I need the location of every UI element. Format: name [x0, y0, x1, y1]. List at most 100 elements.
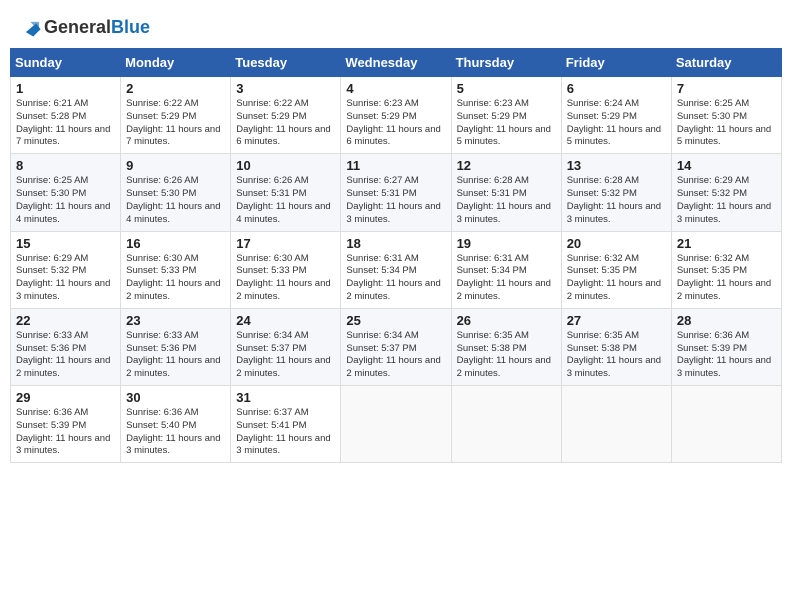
day-number: 11 — [346, 158, 445, 173]
day-number: 4 — [346, 81, 445, 96]
day-info: Sunrise: 6:37 AMSunset: 5:41 PMDaylight:… — [236, 407, 335, 458]
day-number: 8 — [16, 158, 115, 173]
calendar-day-cell: 2 Sunrise: 6:22 AMSunset: 5:29 PMDayligh… — [121, 77, 231, 154]
day-info: Sunrise: 6:29 AMSunset: 5:32 PMDaylight:… — [677, 175, 776, 226]
calendar-day-cell: 23 Sunrise: 6:33 AMSunset: 5:36 PMDaylig… — [121, 308, 231, 385]
calendar-day-cell: 17 Sunrise: 6:30 AMSunset: 5:33 PMDaylig… — [231, 231, 341, 308]
weekday-header: Saturday — [671, 49, 781, 77]
day-info: Sunrise: 6:31 AMSunset: 5:34 PMDaylight:… — [346, 253, 445, 304]
day-info: Sunrise: 6:32 AMSunset: 5:35 PMDaylight:… — [677, 253, 776, 304]
day-number: 14 — [677, 158, 776, 173]
day-number: 6 — [567, 81, 666, 96]
day-info: Sunrise: 6:27 AMSunset: 5:31 PMDaylight:… — [346, 175, 445, 226]
calendar-day-cell: 31 Sunrise: 6:37 AMSunset: 5:41 PMDaylig… — [231, 386, 341, 463]
calendar-day-cell: 10 Sunrise: 6:26 AMSunset: 5:31 PMDaylig… — [231, 154, 341, 231]
day-info: Sunrise: 6:26 AMSunset: 5:30 PMDaylight:… — [126, 175, 225, 226]
day-number: 22 — [16, 313, 115, 328]
day-info: Sunrise: 6:28 AMSunset: 5:32 PMDaylight:… — [567, 175, 666, 226]
day-number: 26 — [457, 313, 556, 328]
day-number: 5 — [457, 81, 556, 96]
calendar-day-cell: 3 Sunrise: 6:22 AMSunset: 5:29 PMDayligh… — [231, 77, 341, 154]
day-info: Sunrise: 6:22 AMSunset: 5:29 PMDaylight:… — [236, 98, 335, 149]
day-info: Sunrise: 6:21 AMSunset: 5:28 PMDaylight:… — [16, 98, 115, 149]
page-header: GeneralBlue — [10, 10, 782, 42]
day-info: Sunrise: 6:33 AMSunset: 5:36 PMDaylight:… — [16, 330, 115, 381]
calendar-day-cell: 20 Sunrise: 6:32 AMSunset: 5:35 PMDaylig… — [561, 231, 671, 308]
day-info: Sunrise: 6:23 AMSunset: 5:29 PMDaylight:… — [346, 98, 445, 149]
day-number: 24 — [236, 313, 335, 328]
logo: GeneralBlue — [20, 18, 150, 38]
day-number: 21 — [677, 236, 776, 251]
day-info: Sunrise: 6:35 AMSunset: 5:38 PMDaylight:… — [567, 330, 666, 381]
calendar-day-cell: 29 Sunrise: 6:36 AMSunset: 5:39 PMDaylig… — [11, 386, 121, 463]
calendar-day-cell: 22 Sunrise: 6:33 AMSunset: 5:36 PMDaylig… — [11, 308, 121, 385]
calendar-day-cell: 27 Sunrise: 6:35 AMSunset: 5:38 PMDaylig… — [561, 308, 671, 385]
calendar-day-cell: 13 Sunrise: 6:28 AMSunset: 5:32 PMDaylig… — [561, 154, 671, 231]
day-number: 17 — [236, 236, 335, 251]
day-info: Sunrise: 6:36 AMSunset: 5:40 PMDaylight:… — [126, 407, 225, 458]
calendar-day-cell: 25 Sunrise: 6:34 AMSunset: 5:37 PMDaylig… — [341, 308, 451, 385]
day-number: 7 — [677, 81, 776, 96]
calendar-day-cell: 6 Sunrise: 6:24 AMSunset: 5:29 PMDayligh… — [561, 77, 671, 154]
day-info: Sunrise: 6:24 AMSunset: 5:29 PMDaylight:… — [567, 98, 666, 149]
day-number: 16 — [126, 236, 225, 251]
weekday-header-row: SundayMondayTuesdayWednesdayThursdayFrid… — [11, 49, 782, 77]
day-info: Sunrise: 6:23 AMSunset: 5:29 PMDaylight:… — [457, 98, 556, 149]
weekday-header: Wednesday — [341, 49, 451, 77]
logo-text: GeneralBlue — [44, 18, 150, 38]
day-number: 20 — [567, 236, 666, 251]
weekday-header: Tuesday — [231, 49, 341, 77]
day-info: Sunrise: 6:25 AMSunset: 5:30 PMDaylight:… — [677, 98, 776, 149]
calendar-day-cell — [561, 386, 671, 463]
day-info: Sunrise: 6:30 AMSunset: 5:33 PMDaylight:… — [126, 253, 225, 304]
day-info: Sunrise: 6:35 AMSunset: 5:38 PMDaylight:… — [457, 330, 556, 381]
day-number: 19 — [457, 236, 556, 251]
calendar-day-cell — [671, 386, 781, 463]
day-info: Sunrise: 6:26 AMSunset: 5:31 PMDaylight:… — [236, 175, 335, 226]
calendar-day-cell: 18 Sunrise: 6:31 AMSunset: 5:34 PMDaylig… — [341, 231, 451, 308]
weekday-header: Thursday — [451, 49, 561, 77]
calendar-day-cell: 16 Sunrise: 6:30 AMSunset: 5:33 PMDaylig… — [121, 231, 231, 308]
calendar-day-cell: 11 Sunrise: 6:27 AMSunset: 5:31 PMDaylig… — [341, 154, 451, 231]
day-number: 2 — [126, 81, 225, 96]
day-number: 12 — [457, 158, 556, 173]
calendar-week-row: 15 Sunrise: 6:29 AMSunset: 5:32 PMDaylig… — [11, 231, 782, 308]
calendar-day-cell: 21 Sunrise: 6:32 AMSunset: 5:35 PMDaylig… — [671, 231, 781, 308]
day-number: 3 — [236, 81, 335, 96]
day-info: Sunrise: 6:25 AMSunset: 5:30 PMDaylight:… — [16, 175, 115, 226]
weekday-header: Friday — [561, 49, 671, 77]
day-info: Sunrise: 6:34 AMSunset: 5:37 PMDaylight:… — [346, 330, 445, 381]
day-number: 18 — [346, 236, 445, 251]
calendar-day-cell: 4 Sunrise: 6:23 AMSunset: 5:29 PMDayligh… — [341, 77, 451, 154]
logo-icon — [20, 16, 42, 38]
calendar-day-cell: 24 Sunrise: 6:34 AMSunset: 5:37 PMDaylig… — [231, 308, 341, 385]
calendar-day-cell: 5 Sunrise: 6:23 AMSunset: 5:29 PMDayligh… — [451, 77, 561, 154]
day-number: 30 — [126, 390, 225, 405]
day-number: 25 — [346, 313, 445, 328]
day-info: Sunrise: 6:28 AMSunset: 5:31 PMDaylight:… — [457, 175, 556, 226]
day-number: 13 — [567, 158, 666, 173]
day-number: 9 — [126, 158, 225, 173]
day-number: 15 — [16, 236, 115, 251]
day-info: Sunrise: 6:22 AMSunset: 5:29 PMDaylight:… — [126, 98, 225, 149]
day-number: 31 — [236, 390, 335, 405]
calendar-day-cell: 26 Sunrise: 6:35 AMSunset: 5:38 PMDaylig… — [451, 308, 561, 385]
calendar-day-cell: 1 Sunrise: 6:21 AMSunset: 5:28 PMDayligh… — [11, 77, 121, 154]
calendar-day-cell: 14 Sunrise: 6:29 AMSunset: 5:32 PMDaylig… — [671, 154, 781, 231]
day-info: Sunrise: 6:30 AMSunset: 5:33 PMDaylight:… — [236, 253, 335, 304]
day-number: 10 — [236, 158, 335, 173]
calendar-week-row: 8 Sunrise: 6:25 AMSunset: 5:30 PMDayligh… — [11, 154, 782, 231]
calendar-week-row: 22 Sunrise: 6:33 AMSunset: 5:36 PMDaylig… — [11, 308, 782, 385]
day-number: 28 — [677, 313, 776, 328]
calendar-week-row: 29 Sunrise: 6:36 AMSunset: 5:39 PMDaylig… — [11, 386, 782, 463]
day-info: Sunrise: 6:34 AMSunset: 5:37 PMDaylight:… — [236, 330, 335, 381]
calendar-week-row: 1 Sunrise: 6:21 AMSunset: 5:28 PMDayligh… — [11, 77, 782, 154]
day-info: Sunrise: 6:36 AMSunset: 5:39 PMDaylight:… — [677, 330, 776, 381]
calendar-day-cell — [451, 386, 561, 463]
calendar-body: 1 Sunrise: 6:21 AMSunset: 5:28 PMDayligh… — [11, 77, 782, 463]
calendar-day-cell: 19 Sunrise: 6:31 AMSunset: 5:34 PMDaylig… — [451, 231, 561, 308]
day-info: Sunrise: 6:36 AMSunset: 5:39 PMDaylight:… — [16, 407, 115, 458]
calendar-day-cell: 12 Sunrise: 6:28 AMSunset: 5:31 PMDaylig… — [451, 154, 561, 231]
calendar-day-cell: 30 Sunrise: 6:36 AMSunset: 5:40 PMDaylig… — [121, 386, 231, 463]
calendar-day-cell — [341, 386, 451, 463]
